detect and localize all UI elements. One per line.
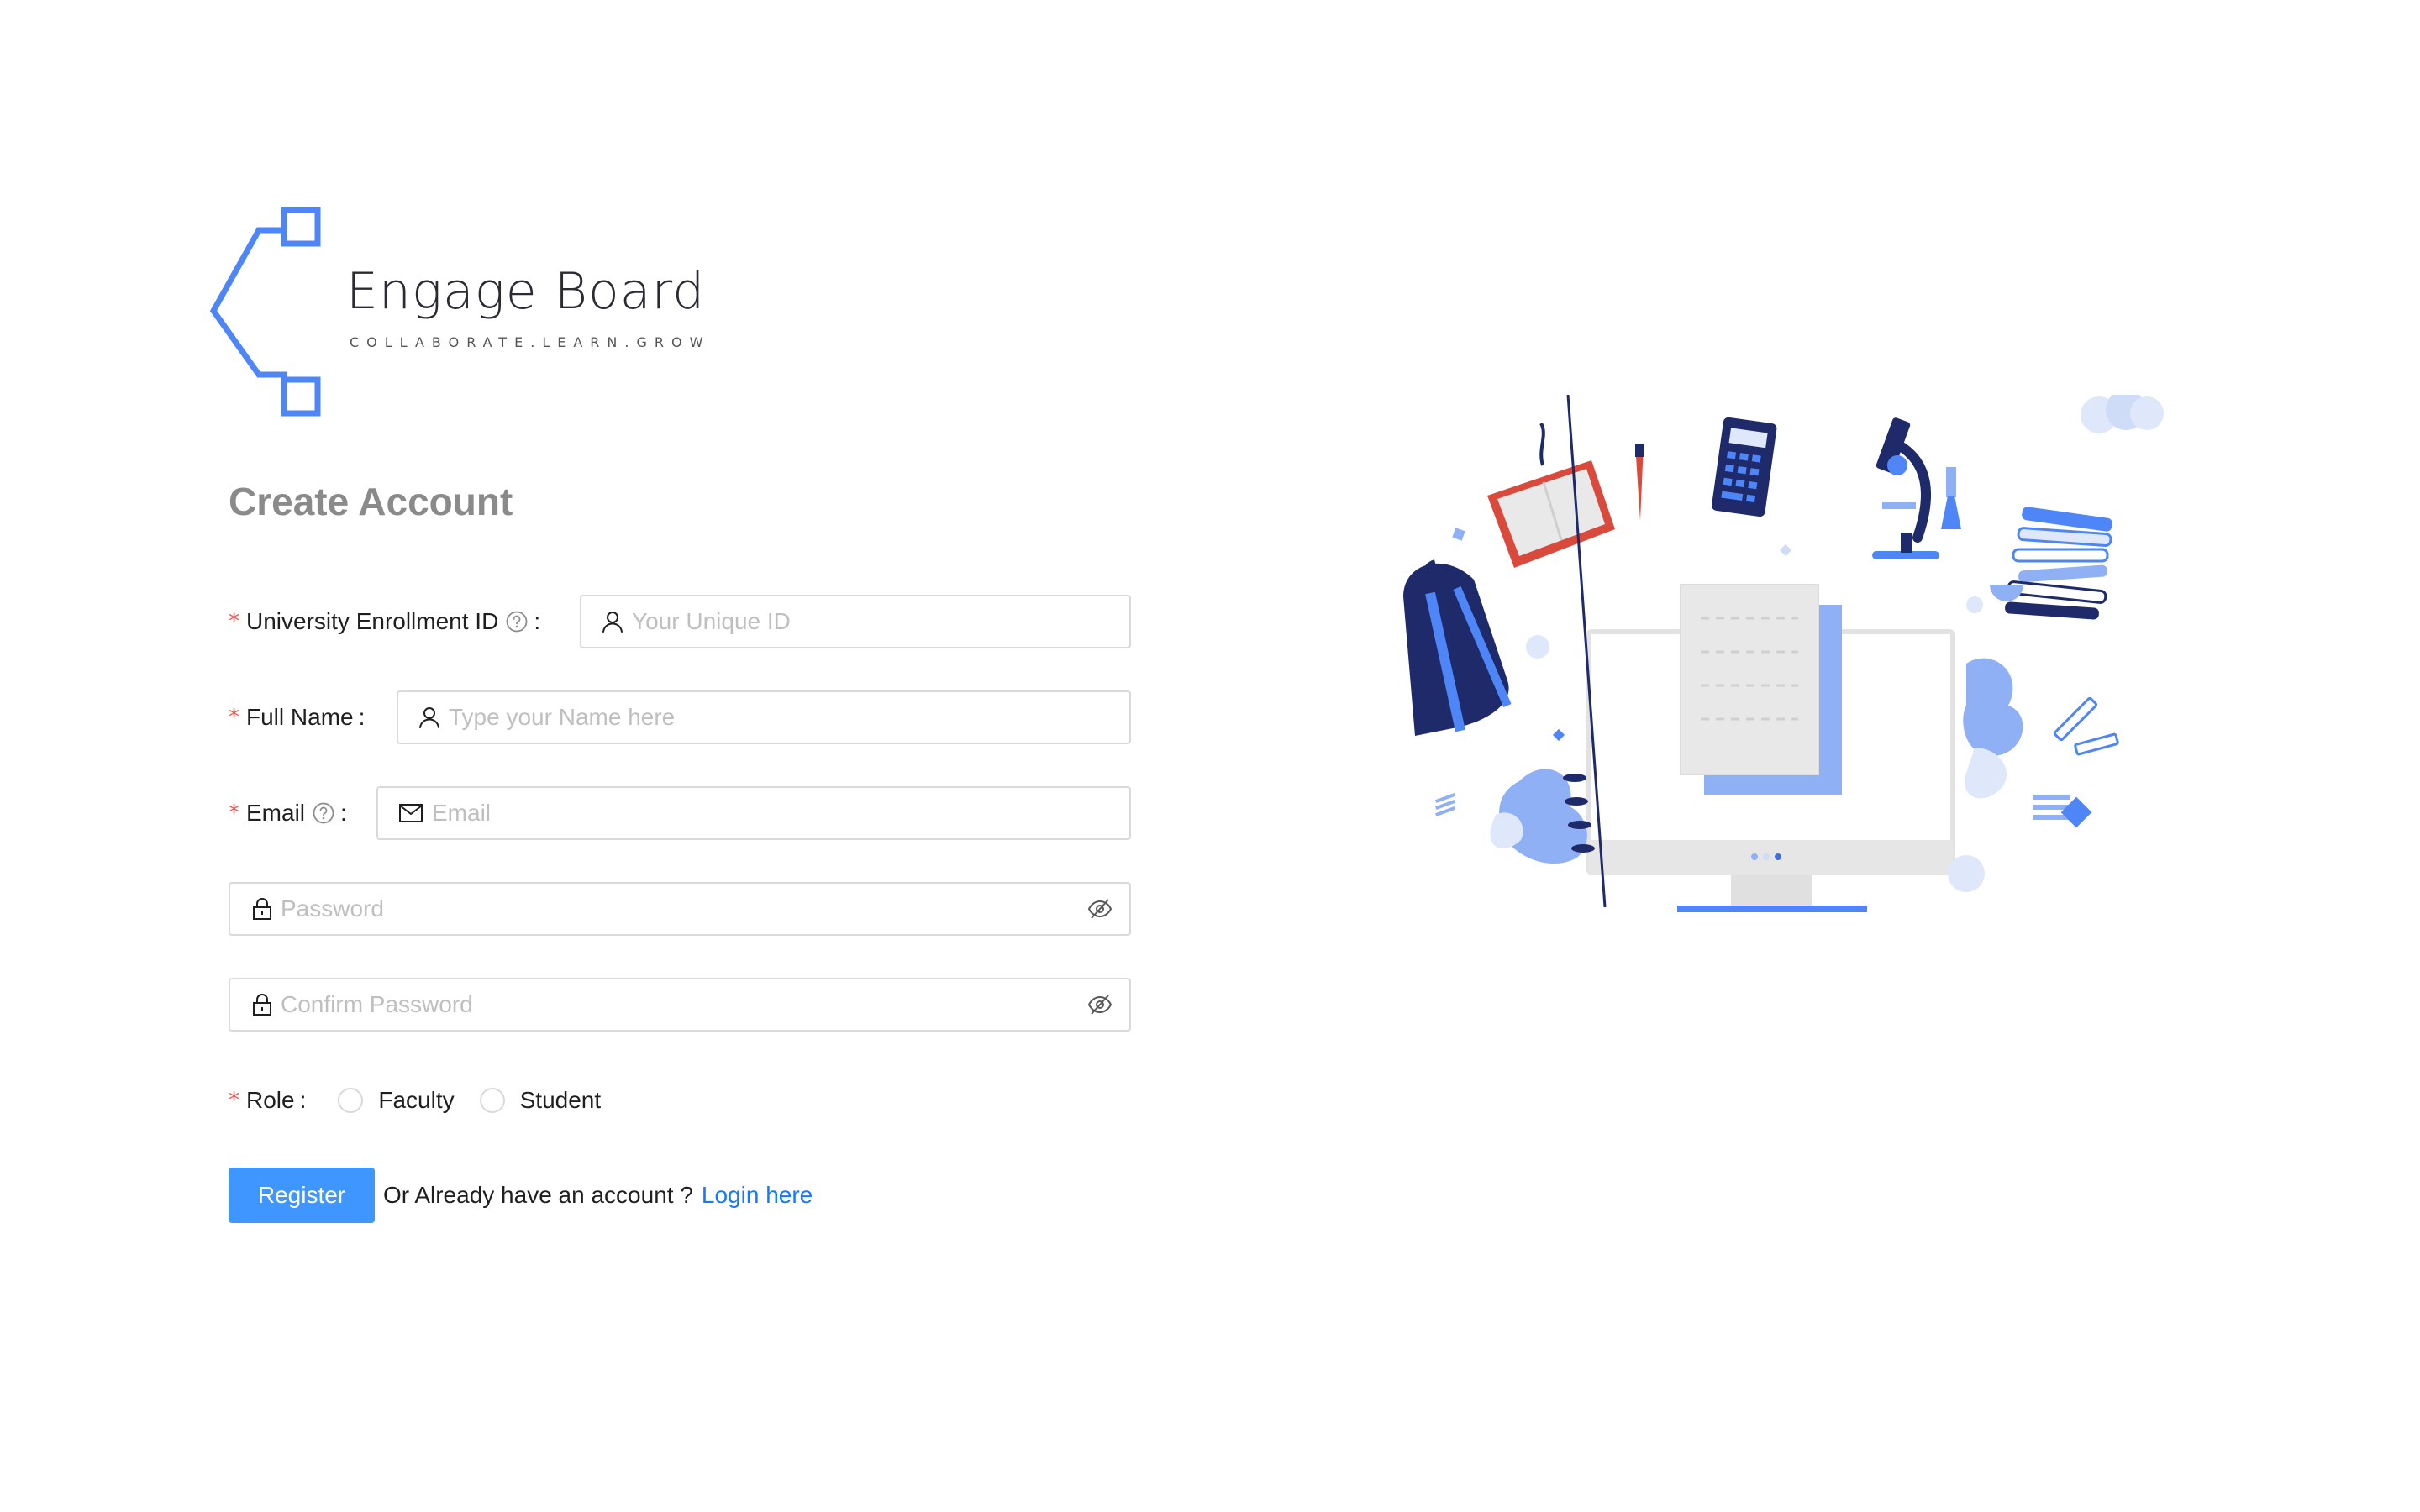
brand-name: Engage Board [346,262,706,321]
radio-circle[interactable] [338,1088,364,1113]
enrollment-label: University Enrollment ID [246,608,499,634]
lock-icon [252,897,272,921]
email-label: Email [246,800,306,826]
enrollment-input[interactable] [632,608,1113,635]
question-circle-icon[interactable] [505,610,529,633]
brand-tagline: COLLABORATE.LEARN.GROW [350,334,711,350]
label-colon: : [340,800,347,826]
confirm-password-input-wrapper[interactable] [229,978,1131,1032]
full-name-label: Full Name [246,704,354,730]
already-account-text: Or Already have an account ? [383,1182,693,1208]
register-button[interactable]: Register [229,1168,375,1223]
required-mark: * [229,801,239,826]
required-mark: * [229,609,239,634]
brand-logo: Engage Board COLLABORATE.LEARN.GROW [208,202,713,428]
full-name-input-wrapper[interactable] [397,690,1131,744]
role-label: Role [246,1087,295,1113]
book-icon [1487,423,1615,568]
calculator-icon [1712,417,1777,517]
full-name-input[interactable] [449,704,1113,731]
email-input[interactable] [432,800,1113,827]
enrollment-row: * University Enrollment ID : [229,595,1131,648]
label-colon: : [534,608,541,634]
enrollment-input-wrapper[interactable] [580,595,1131,648]
document-icon [1680,584,1842,795]
education-computer-illustration [1403,395,2164,912]
microscope-icon [1872,417,1939,559]
full-name-label-group: * Full Name : [229,704,365,731]
role-label-group: * Role : [229,1087,306,1114]
eye-invisible-icon[interactable] [1087,898,1113,920]
backpack-icon [1403,559,1512,736]
user-icon [602,610,623,633]
role-option-label: Faculty [378,1087,455,1113]
lock-icon [252,993,272,1016]
page-title: Create Account [229,480,513,523]
eye-invisible-icon[interactable] [1087,994,1113,1016]
email-row: * Email : [229,786,1131,840]
password-input[interactable] [281,895,1079,922]
password-row [229,882,1131,936]
confirm-password-input[interactable] [281,991,1079,1018]
role-row: * Role : Faculty Student [229,1074,601,1127]
required-mark: * [229,1088,239,1113]
password-input-wrapper[interactable] [229,882,1131,936]
label-colon: : [299,1087,307,1113]
email-label-group: * Email : [229,800,347,827]
role-option-label: Student [519,1087,602,1113]
label-colon: : [358,704,366,730]
full-name-row: * Full Name : [229,690,1131,744]
radio-circle[interactable] [479,1088,505,1113]
pen-icon [1635,444,1644,521]
mail-icon [398,803,424,823]
required-mark: * [229,705,239,730]
user-icon [418,706,440,729]
logo-mark-icon [209,207,321,417]
actions-row: Register Or Already have an account ? Lo… [229,1168,813,1223]
enrollment-label-group: * University Enrollment ID : [229,608,540,635]
login-link[interactable]: Login here [702,1182,813,1209]
email-input-wrapper[interactable] [376,786,1131,840]
role-option-faculty[interactable]: Faculty [338,1087,455,1114]
cloud-icon [2081,395,2164,433]
role-option-student[interactable]: Student [479,1087,602,1114]
register-page: Engage Board COLLABORATE.LEARN.GROW Crea… [0,0,2420,1512]
flask-icon [1941,467,1961,529]
confirm-password-row [229,978,1131,1032]
question-circle-icon[interactable] [312,801,335,825]
book-stack-icon [2005,507,2112,620]
